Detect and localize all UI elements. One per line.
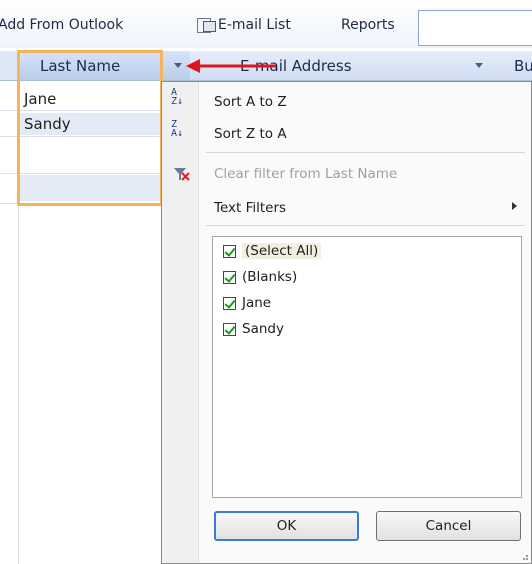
grid-line — [0, 110, 165, 111]
grid-line — [0, 203, 165, 204]
filter-value-blanks[interactable]: (Blanks) — [223, 267, 297, 287]
sort-a-to-z-item[interactable]: Sort A to Z — [214, 94, 287, 110]
grid-divider — [18, 80, 19, 564]
menu-separator — [206, 225, 525, 226]
filter-value-label: (Blanks) — [242, 269, 298, 285]
email-list-button[interactable]: E-mail List — [196, 17, 291, 33]
filter-value-label: (Select All) — [242, 243, 322, 259]
filter-value-select-all[interactable]: (Select All) — [223, 241, 322, 261]
reports-button[interactable]: Reports — [341, 17, 395, 33]
clear-filter-icon — [174, 168, 190, 181]
menu-icon-column — [162, 82, 199, 563]
clear-filter-item[interactable]: Clear filter from Last Name — [214, 166, 397, 182]
text-filters-item[interactable]: Text Filters — [214, 200, 286, 216]
column-header-business[interactable]: Bu — [514, 51, 532, 80]
filter-value-sandy[interactable]: Sandy — [223, 319, 284, 339]
ok-button[interactable]: OK — [214, 511, 359, 541]
column-header-last-name[interactable]: Last Name — [20, 51, 190, 80]
row-selector-header[interactable] — [0, 51, 19, 80]
grid-line — [0, 136, 165, 137]
filter-dropdown-icon[interactable] — [171, 60, 184, 71]
column-header-label: Last Name — [40, 56, 121, 75]
add-from-outlook-button[interactable]: Add From Outlook — [0, 17, 123, 33]
filter-values-list[interactable]: (Select All) (Blanks) Jane Sandy — [212, 236, 522, 498]
filter-value-jane[interactable]: Jane — [223, 293, 271, 313]
menu-separator — [206, 152, 525, 153]
submenu-arrow-icon — [512, 202, 517, 210]
annotation-arrow-icon — [186, 59, 276, 73]
sort-descending-icon: Z A↓ — [171, 119, 184, 139]
filter-value-label: Jane — [242, 295, 272, 311]
sort-ascending-icon: A Z↓ — [171, 87, 184, 107]
cancel-button[interactable]: Cancel — [376, 511, 521, 541]
table-row[interactable]: Sandy — [20, 113, 160, 135]
filter-menu: A Z↓ Sort A to Z Z A↓ Sort Z to A Clear fi… — [161, 81, 532, 564]
toolbar-dropdown-box[interactable] — [418, 10, 532, 46]
ribbon-toolbar: Add From Outlook E-mail List Reports — [0, 0, 532, 48]
filter-value-label: Sandy — [242, 321, 284, 337]
resize-grip-icon[interactable] — [520, 552, 528, 560]
checkbox-checked-icon[interactable] — [223, 322, 236, 336]
grid-line — [0, 173, 165, 174]
table-row[interactable]: Jane — [20, 88, 160, 110]
checkbox-checked-icon[interactable] — [223, 296, 236, 310]
checkbox-checked-icon[interactable] — [223, 244, 236, 258]
checkbox-checked-icon[interactable] — [223, 270, 236, 284]
email-filter-dropdown-icon[interactable] — [474, 61, 484, 71]
email-list-icon — [196, 17, 216, 33]
email-list-label: E-mail List — [218, 17, 291, 33]
new-record-row[interactable] — [20, 175, 160, 201]
sort-z-to-a-item[interactable]: Sort Z to A — [214, 126, 287, 142]
